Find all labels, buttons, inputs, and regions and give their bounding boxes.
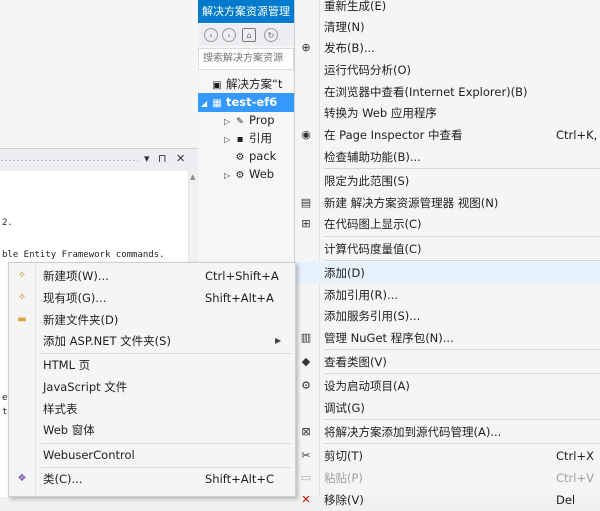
tree-item-project[interactable]: ◢ ▦ test-ef6	[201, 93, 277, 111]
submenu-arrow-icon: ▶	[275, 336, 282, 345]
menu-separator	[324, 236, 600, 237]
tree-item-label: Web	[249, 167, 275, 181]
tree-item-properties[interactable]: ▷ ✎ Prop	[224, 111, 275, 129]
home-icon[interactable]: ⌂	[242, 28, 256, 42]
menu-item-clean[interactable]: 清理(N)	[294, 16, 600, 38]
web-config-icon: ⚙	[235, 170, 245, 181]
source-control-icon: ⊠	[301, 425, 311, 438]
code-map-icon: ⊞	[301, 217, 311, 230]
submenu-item-web-form[interactable]: Web 窗体	[9, 419, 293, 441]
menu-item-scope-to-this[interactable]: 限定为此范围(S)	[294, 170, 600, 192]
sync-icon[interactable]: ↻	[264, 28, 278, 42]
submenu-item-web-user-control[interactable]: WebuserControl	[9, 444, 293, 466]
submenu-item-new-folder[interactable]: ▬ 新建文件夹(D)	[9, 309, 293, 331]
tree-item-label: test-ef6	[226, 95, 278, 109]
output-panel-header: ▾ ⊓ ✕	[0, 148, 198, 171]
menu-item-add[interactable]: 添加(D)	[294, 262, 600, 284]
menu-item-new-explorer-view[interactable]: ▤ 新建 解决方案资源管理器 视图(N)	[294, 192, 600, 214]
menu-item-add-reference[interactable]: 添加引用(R)...	[294, 284, 600, 306]
menu-item-check-accessibility[interactable]: 检查辅助功能(B)...	[294, 146, 600, 168]
publish-icon: ⊕	[301, 41, 311, 54]
solution-search-input[interactable]: 搜索解决方案资源	[198, 48, 294, 70]
submenu-item-new-item[interactable]: ✧ 新建项(W)... Ctrl+Shift+A	[9, 265, 293, 287]
menu-separator	[324, 168, 600, 169]
menu-item-add-to-source-control[interactable]: ⊠ 将解决方案添加到源代码管理(A)...	[294, 421, 600, 443]
menu-item-debug[interactable]: 调试(G)	[294, 397, 600, 419]
submenu-item-add-aspnet-folder[interactable]: 添加 ASP.NET 文件夹(S) ▶	[9, 330, 293, 352]
menu-separator	[324, 419, 600, 420]
menu-item-manage-nuget[interactable]: ▥ 管理 NuGet 程序包(N)...	[294, 327, 600, 349]
submenu-item-existing-item[interactable]: ✧ 现有项(G)... Shift+Alt+A	[9, 287, 293, 309]
menu-item-add-service-reference[interactable]: 添加服务引用(S)...	[294, 305, 600, 327]
tree-item-label: pack	[249, 149, 277, 163]
submenu-item-javascript-file[interactable]: JavaScript 文件	[9, 376, 293, 398]
expand-arrow-icon[interactable]: ◢	[201, 95, 211, 113]
page-inspector-icon: ◉	[301, 128, 311, 141]
menu-item-run-code-analysis[interactable]: 运行代码分析(O)	[294, 59, 600, 81]
tree-item-web-config[interactable]: ▷ ⚙ Web	[224, 165, 274, 183]
menu-item-set-startup-project[interactable]: ⚙ 设为启动项目(A)	[294, 375, 600, 397]
tree-item-references[interactable]: ▷ ▪ 引用	[224, 129, 272, 147]
tree-item-packages[interactable]: ⚙ pack	[224, 147, 277, 165]
paste-icon: ▭	[300, 471, 312, 484]
pin-icon[interactable]: ⊓	[158, 152, 167, 165]
menu-item-remove[interactable]: ✕ 移除(V) Del	[294, 489, 600, 511]
solution-explorer-title: 解决方案资源管理	[198, 0, 294, 23]
new-view-icon: ▤	[300, 196, 312, 209]
close-icon[interactable]: ✕	[176, 152, 185, 165]
menu-item-rebuild[interactable]: 重新生成(E)	[294, 0, 600, 17]
solution-explorer-toolbar: ‹ › ⌂ ↻	[198, 24, 294, 46]
remove-icon: ✕	[301, 493, 311, 506]
scissors-icon: ✂	[301, 449, 311, 462]
menu-separator	[324, 349, 600, 350]
menu-item-view-class-diagram[interactable]: ◆ 查看类图(V)	[294, 351, 600, 373]
forward-icon[interactable]: ›	[222, 28, 236, 42]
class-diagram-icon: ◆	[301, 355, 311, 368]
menu-item-view-in-browser[interactable]: 在浏览器中查看(Internet Explorer)(B)	[294, 81, 600, 103]
chevron-down-icon[interactable]: ▾	[144, 152, 150, 165]
collapse-arrow-icon[interactable]: ▷	[224, 167, 234, 185]
drag-grip[interactable]	[0, 159, 138, 162]
tree-item-label: 解决方案“t	[226, 77, 283, 91]
console-line: ble Entity Framework commands.	[2, 250, 165, 260]
menu-separator	[324, 443, 600, 444]
menu-item-paste[interactable]: ▭ 粘贴(P) Ctrl+V	[294, 467, 600, 489]
csharp-project-icon: ▦	[212, 98, 222, 109]
menu-item-cut[interactable]: ✂ 剪切(T) Ctrl+X	[294, 445, 600, 467]
menu-item-calc-code-metrics[interactable]: 计算代码度量值(C)	[294, 238, 600, 260]
menu-item-show-on-code-map[interactable]: ⊞ 在代码图上显示(C)	[294, 213, 600, 235]
gear-icon: ⚙	[301, 379, 311, 392]
submenu-item-html-page[interactable]: HTML 页	[9, 354, 293, 376]
menu-item-page-inspector[interactable]: ◉在 Page Inspector 中查看Ctrl+K, G	[294, 124, 600, 146]
submenu-item-stylesheet[interactable]: 样式表	[9, 398, 293, 420]
tree-item-label: 引用	[249, 131, 272, 145]
existing-item-icon: ✧	[17, 292, 27, 303]
back-icon[interactable]: ‹	[204, 28, 218, 42]
tree-item-label: Prop	[249, 113, 275, 127]
class-icon: ❖	[17, 473, 27, 484]
console-line: 2.	[2, 218, 13, 228]
new-item-icon: ✧	[17, 270, 27, 281]
menu-separator	[324, 260, 600, 261]
tree-item-solution[interactable]: ▣ 解决方案“t	[201, 75, 282, 93]
menu-item-publish[interactable]: ⊕ 发布(B)...	[294, 37, 600, 59]
scroll-up-icon[interactable]: ▲	[190, 173, 195, 181]
submenu-item-class[interactable]: ❖ 类(C)... Shift+Alt+C	[9, 468, 293, 490]
menu-separator	[324, 373, 600, 374]
menu-item-convert-to-web-app[interactable]: 转换为 Web 应用程序	[294, 102, 600, 124]
nuget-icon: ▥	[300, 331, 312, 344]
new-folder-icon: ▬	[17, 314, 27, 325]
